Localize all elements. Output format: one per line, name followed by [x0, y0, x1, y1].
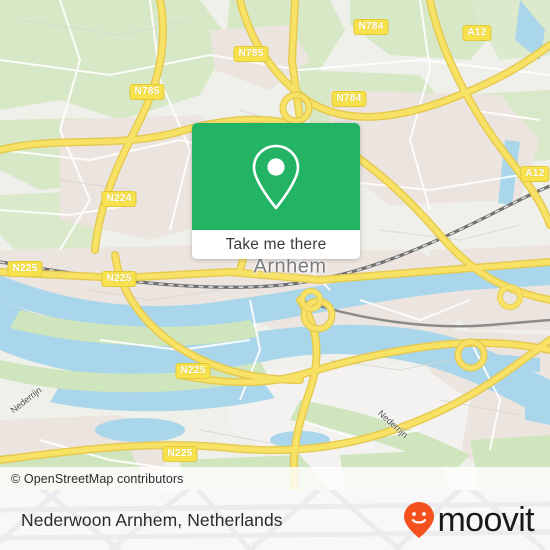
map-pin-icon	[252, 144, 300, 209]
attribution-text: © OpenStreetMap contributors	[11, 471, 184, 486]
card-action-area[interactable]: Take me there	[192, 230, 360, 259]
water-label-nederrijn: Nederrijn	[376, 408, 410, 440]
map-canvas[interactable]: N785 N785 N784 A12 N784 A12 N224 N225 N225 N225 N2…	[0, 0, 550, 490]
moovit-pin-smiley-icon	[404, 502, 435, 538]
map-attribution[interactable]: © OpenStreetMap contributors	[0, 467, 550, 490]
take-me-there-label: Take me there	[225, 235, 327, 253]
water-label-nederrijn: Nederrijn	[8, 384, 44, 416]
location-title: Nederwoon Arnhem, Netherlands	[21, 509, 283, 530]
moovit-wordmark: moovit	[437, 501, 534, 539]
take-me-there-card[interactable]: Take me there	[192, 123, 360, 259]
moovit-location-card: N785 N785 N784 A12 N784 A12 N224 N225 N225 N225 N2…	[0, 0, 550, 550]
moovit-logo[interactable]: moovit	[403, 490, 535, 550]
footer-bar: Nederwoon Arnhem, Netherlands moovit	[0, 490, 550, 550]
card-icon-area	[192, 123, 360, 230]
